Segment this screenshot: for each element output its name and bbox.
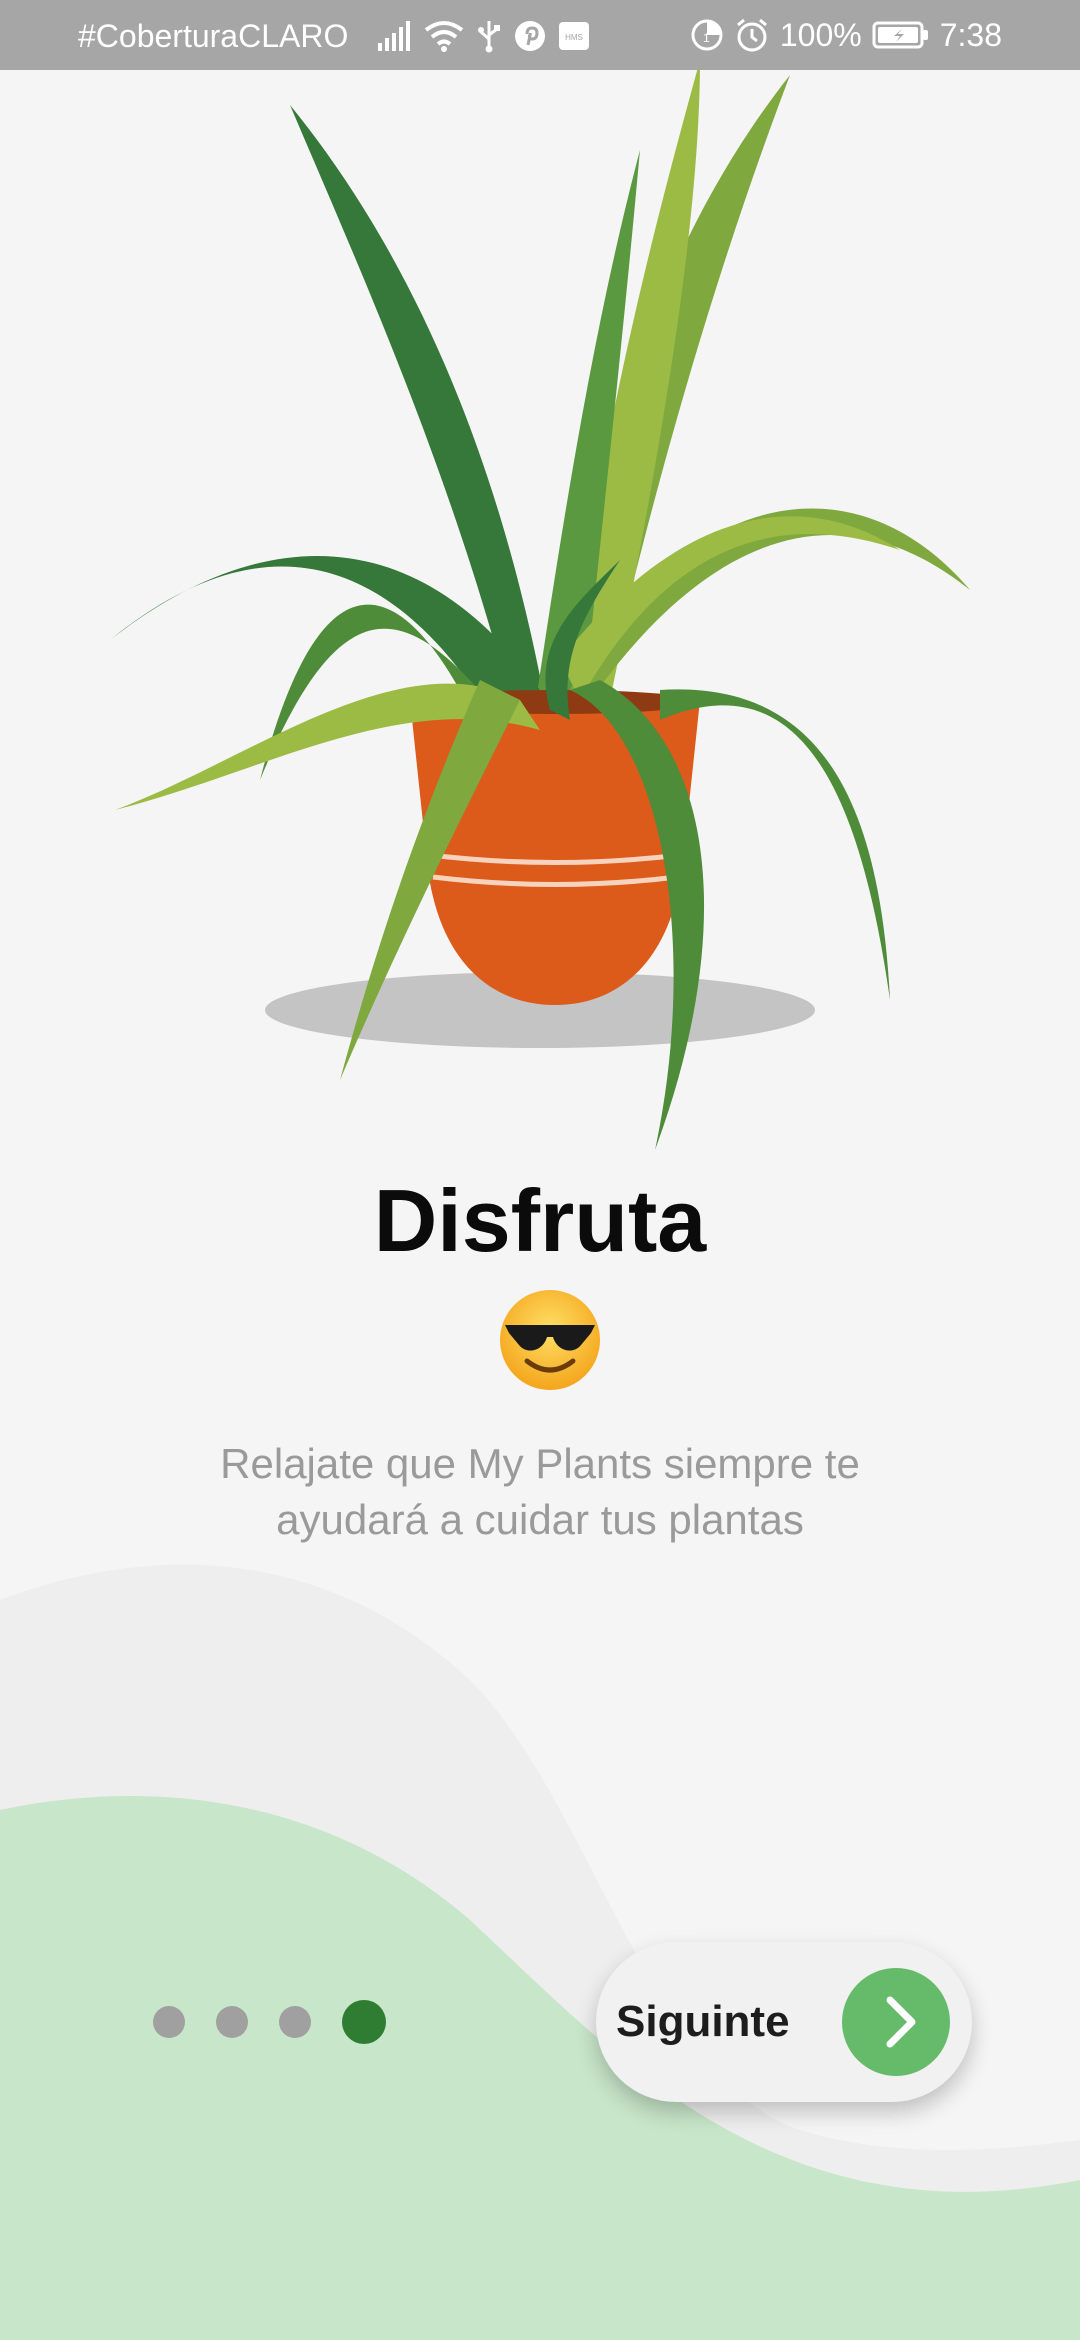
svg-text:1: 1 (703, 31, 710, 45)
signal-icon (378, 21, 410, 51)
clock-time: 7:38 (939, 16, 1002, 53)
potted-plant-illustration (110, 60, 970, 1150)
page-dot (216, 2006, 248, 2038)
sunglasses-smiley-emoji (500, 1290, 600, 1390)
status-bar: #CoberturaCLARO HMS 1 100% 7:38 (0, 0, 1080, 70)
next-circle[interactable] (842, 1968, 950, 2076)
pinterest-icon (515, 21, 545, 51)
battery-percent: 100% (779, 16, 862, 53)
alarm-icon (736, 18, 767, 52)
page-dot (153, 2006, 185, 2038)
next-button-label: Siguinte (616, 1997, 790, 2046)
background-waves (0, 1564, 1080, 2340)
battery-icon (872, 21, 928, 49)
onboarding-title: Disfruta (373, 1171, 707, 1270)
status-right-icons: 1 100% 7:38 (690, 0, 1002, 70)
page-dot (279, 2006, 311, 2038)
wifi-icon (424, 21, 464, 52)
next-button[interactable]: Siguinte (596, 1942, 972, 2102)
hms-icon: HMS (559, 22, 589, 50)
chevron-right-icon (886, 1996, 916, 2048)
status-left-icons: HMS (376, 16, 590, 56)
usb-icon (478, 21, 500, 53)
carrier-name: #CoberturaCLARO (78, 18, 349, 54)
onboarding-description: Relajate que My Plants siempre te ayudar… (220, 1440, 860, 1543)
data-saver-icon: 1 (691, 19, 723, 51)
page-indicator (153, 2000, 386, 2044)
page-dot-active (342, 2000, 386, 2044)
svg-text:HMS: HMS (565, 33, 583, 42)
onboarding-screen: #CoberturaCLARO HMS 1 100% 7:38 Disfruta… (0, 0, 1080, 2340)
